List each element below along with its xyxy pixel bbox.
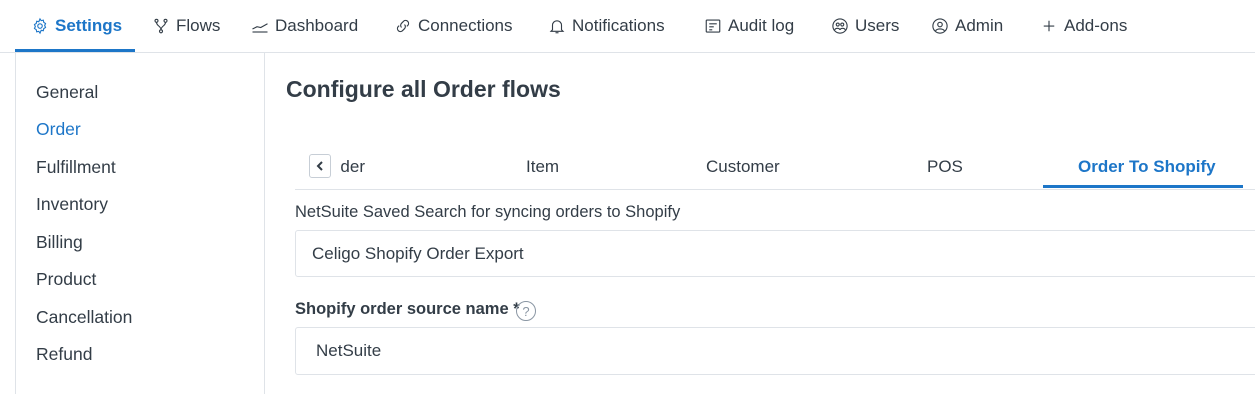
sidebar-item-cancellation[interactable]: Cancellation [36, 307, 132, 328]
plus-icon [1043, 20, 1055, 32]
sidebar-item-general[interactable]: General [36, 82, 98, 103]
settings-sidebar: General Order Fulfillment Inventory Bill… [15, 53, 265, 394]
nav-audit-log-label: Audit log [728, 16, 795, 35]
page-title: Configure all Order flows [286, 76, 561, 102]
nav-settings[interactable]: Settings [31, 0, 122, 52]
nav-users-label: Users [855, 16, 900, 35]
bell-icon [549, 20, 565, 34]
flows-icon [154, 18, 168, 34]
source-name-value: NetSuite [316, 341, 382, 360]
source-name-label: Shopify order source name * [295, 300, 520, 318]
nav-add-ons[interactable]: Add-ons [1040, 0, 1127, 52]
sidebar-item-billing[interactable]: Billing [36, 232, 83, 253]
sidebar-item-order[interactable]: Order [36, 119, 81, 140]
top-navigation: Settings Flows Dashboard Connections Not… [0, 0, 1255, 53]
link-icon [396, 19, 410, 33]
nav-flows[interactable]: Flows [152, 0, 220, 52]
nav-dashboard-label: Dashboard [275, 16, 359, 35]
saved-search-label: NetSuite Saved Search for syncing orders… [295, 203, 681, 221]
tab-order[interactable]: Order [341, 157, 365, 177]
chevron-left-icon [316, 161, 323, 171]
tab-order-to-shopify[interactable]: Order To Shopify [1078, 157, 1216, 177]
dashboard-icon [252, 23, 268, 33]
tab-scroll-left-button[interactable] [309, 154, 331, 178]
tab-customer[interactable]: Customer [706, 157, 780, 177]
tab-active-indicator [1043, 185, 1243, 188]
saved-search-value: Celigo Shopify Order Export [312, 243, 524, 263]
sidebar-item-inventory[interactable]: Inventory [36, 194, 108, 215]
sidebar-item-fulfillment[interactable]: Fulfillment [36, 157, 116, 178]
audit-log-icon [705, 19, 721, 33]
nav-admin[interactable]: Admin [931, 0, 1003, 52]
source-name-input[interactable]: NetSuite [295, 327, 1255, 375]
nav-flows-label: Flows [176, 16, 221, 35]
nav-connections[interactable]: Connections [394, 0, 513, 52]
user-circle-icon [932, 18, 948, 34]
tab-pos[interactable]: POS [927, 157, 963, 177]
nav-settings-label: Settings [55, 16, 123, 35]
nav-active-indicator [15, 49, 135, 52]
users-icon [832, 18, 848, 34]
gear-icon [33, 17, 47, 35]
flow-tabs: Order Item Customer POS Order To Shopify [295, 143, 1255, 190]
nav-notifications-label: Notifications [572, 16, 665, 35]
nav-notifications[interactable]: Notifications [548, 0, 665, 52]
sidebar-item-refund[interactable]: Refund [36, 344, 92, 365]
nav-connections-label: Connections [418, 16, 513, 35]
nav-users[interactable]: Users [831, 0, 899, 52]
nav-audit-log[interactable]: Audit log [704, 0, 794, 52]
sidebar-item-product[interactable]: Product [36, 269, 96, 290]
nav-dashboard[interactable]: Dashboard [251, 0, 358, 52]
nav-admin-label: Admin [955, 16, 1004, 35]
saved-search-select[interactable]: Celigo Shopify Order Export [295, 230, 1255, 277]
tab-item[interactable]: Item [526, 157, 559, 177]
nav-add-ons-label: Add-ons [1064, 16, 1128, 35]
help-icon[interactable]: ? [516, 301, 536, 321]
